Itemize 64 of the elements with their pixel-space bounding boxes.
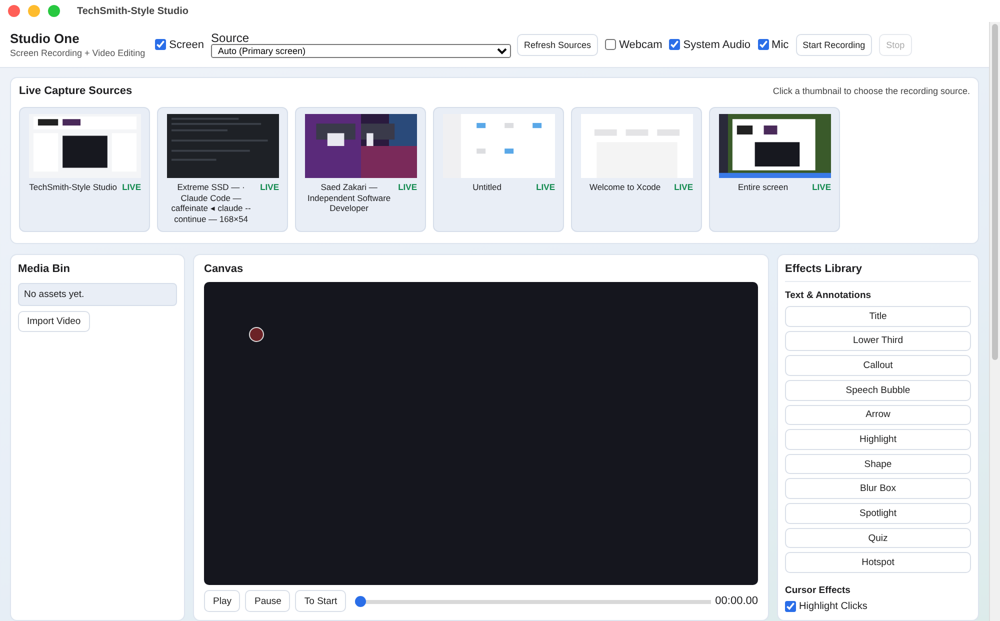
empty-message: No assets yet. — [18, 283, 177, 306]
source-card[interactable]: Saed Zakari — Independent Software Developer LIVE — [295, 107, 426, 232]
panel-title: Live Capture Sources — [19, 85, 132, 97]
cursor-marker — [249, 327, 264, 342]
section-title: Cursor Effects — [785, 585, 852, 596]
effect-button[interactable]: Highlight — [785, 429, 971, 450]
effect-button[interactable]: Arrow — [785, 404, 971, 426]
live-status: LIVE — [674, 182, 693, 192]
live-status: LIVE — [122, 182, 141, 192]
effect-button[interactable]: Callout — [785, 355, 971, 376]
source-card[interactable]: TechSmith-Style Studio LIVE — [19, 107, 150, 232]
effect-button[interactable]: Quiz — [785, 528, 971, 548]
effect-checkbox[interactable] — [785, 601, 796, 612]
effect-button[interactable]: Speech Bubble — [785, 380, 971, 401]
source-name: Extreme SSD — · Claude Code — caffeinate ◂ claude --continue — 168×54 — [170, 182, 252, 224]
live-status: LIVE — [398, 182, 417, 192]
playback-button[interactable]: Pause — [245, 590, 290, 612]
source-name: Entire screen — [737, 182, 790, 192]
screen-checkbox[interactable] — [155, 39, 166, 50]
checkbox-label: Screen — [169, 38, 204, 50]
source-name: Saed Zakari — Independent Software Developer — [306, 182, 392, 214]
source-name: Untitled — [472, 182, 502, 192]
close-button[interactable] — [8, 5, 20, 17]
source-name: TechSmith-Style Studio — [28, 182, 118, 192]
import-video-button[interactable]: Import Video — [18, 311, 90, 332]
live-status: LIVE — [812, 182, 831, 192]
app-subtitle: Screen Recording + Video Editing — [10, 48, 146, 58]
window-title: TechSmith-Style Studio — [77, 6, 188, 16]
checkbox-label: Highlight Clicks — [799, 601, 868, 612]
source-card[interactable]: Entire screen LIVE — [709, 107, 840, 232]
source-card[interactable]: Untitled LIVE — [433, 107, 564, 232]
live-status: LIVE — [260, 182, 279, 192]
checkbox-label: Mic — [772, 38, 789, 50]
source-name: Welcome to Xcode — [588, 182, 662, 192]
panel-title: Canvas — [204, 263, 244, 275]
hint-text: Click a thumbnail to choose the recording source. — [772, 86, 970, 96]
toggle-checkbox[interactable] — [605, 39, 616, 50]
effect-button[interactable]: Title — [785, 306, 971, 327]
playback-button[interactable]: Play — [204, 590, 240, 612]
effect-button[interactable]: Spotlight — [785, 503, 971, 524]
scrollbar-thumb[interactable] — [992, 24, 998, 360]
live-status: LIVE — [536, 182, 555, 192]
refresh-sources-button[interactable]: Refresh Sources — [517, 34, 598, 56]
checkbox-label: System Audio — [683, 38, 751, 50]
time-display: 00:00.00 — [715, 595, 758, 607]
slider-thumb[interactable] — [355, 596, 366, 606]
source-card[interactable]: Extreme SSD — · Claude Code — caffeinate ◂ claude --continue — 168×54 LIVE — [157, 107, 288, 232]
scrollbar[interactable] — [989, 22, 1000, 621]
panel-title: Media Bin — [18, 263, 70, 275]
source-dropdown[interactable]: Auto (Primary screen) — [211, 44, 512, 58]
section-title: Text & Annotations — [785, 290, 872, 301]
playback-button[interactable]: To Start — [295, 590, 346, 612]
effect-button[interactable]: Shape — [785, 454, 971, 474]
toggle-checkbox[interactable] — [758, 39, 769, 50]
field-label: Source — [211, 32, 250, 44]
source-card[interactable]: Welcome to Xcode LIVE — [571, 107, 702, 232]
action-button[interactable]: Start Recording — [796, 34, 872, 56]
effect-button[interactable]: Blur Box — [785, 478, 971, 500]
app-name: Studio One — [10, 31, 80, 46]
panel-title: Effects Library — [785, 263, 971, 282]
effect-button[interactable]: Lower Third — [785, 330, 971, 352]
toggle-checkbox[interactable] — [669, 39, 680, 50]
checkbox-label: Webcam — [619, 38, 662, 50]
effect-button[interactable]: Hotspot — [785, 552, 971, 574]
